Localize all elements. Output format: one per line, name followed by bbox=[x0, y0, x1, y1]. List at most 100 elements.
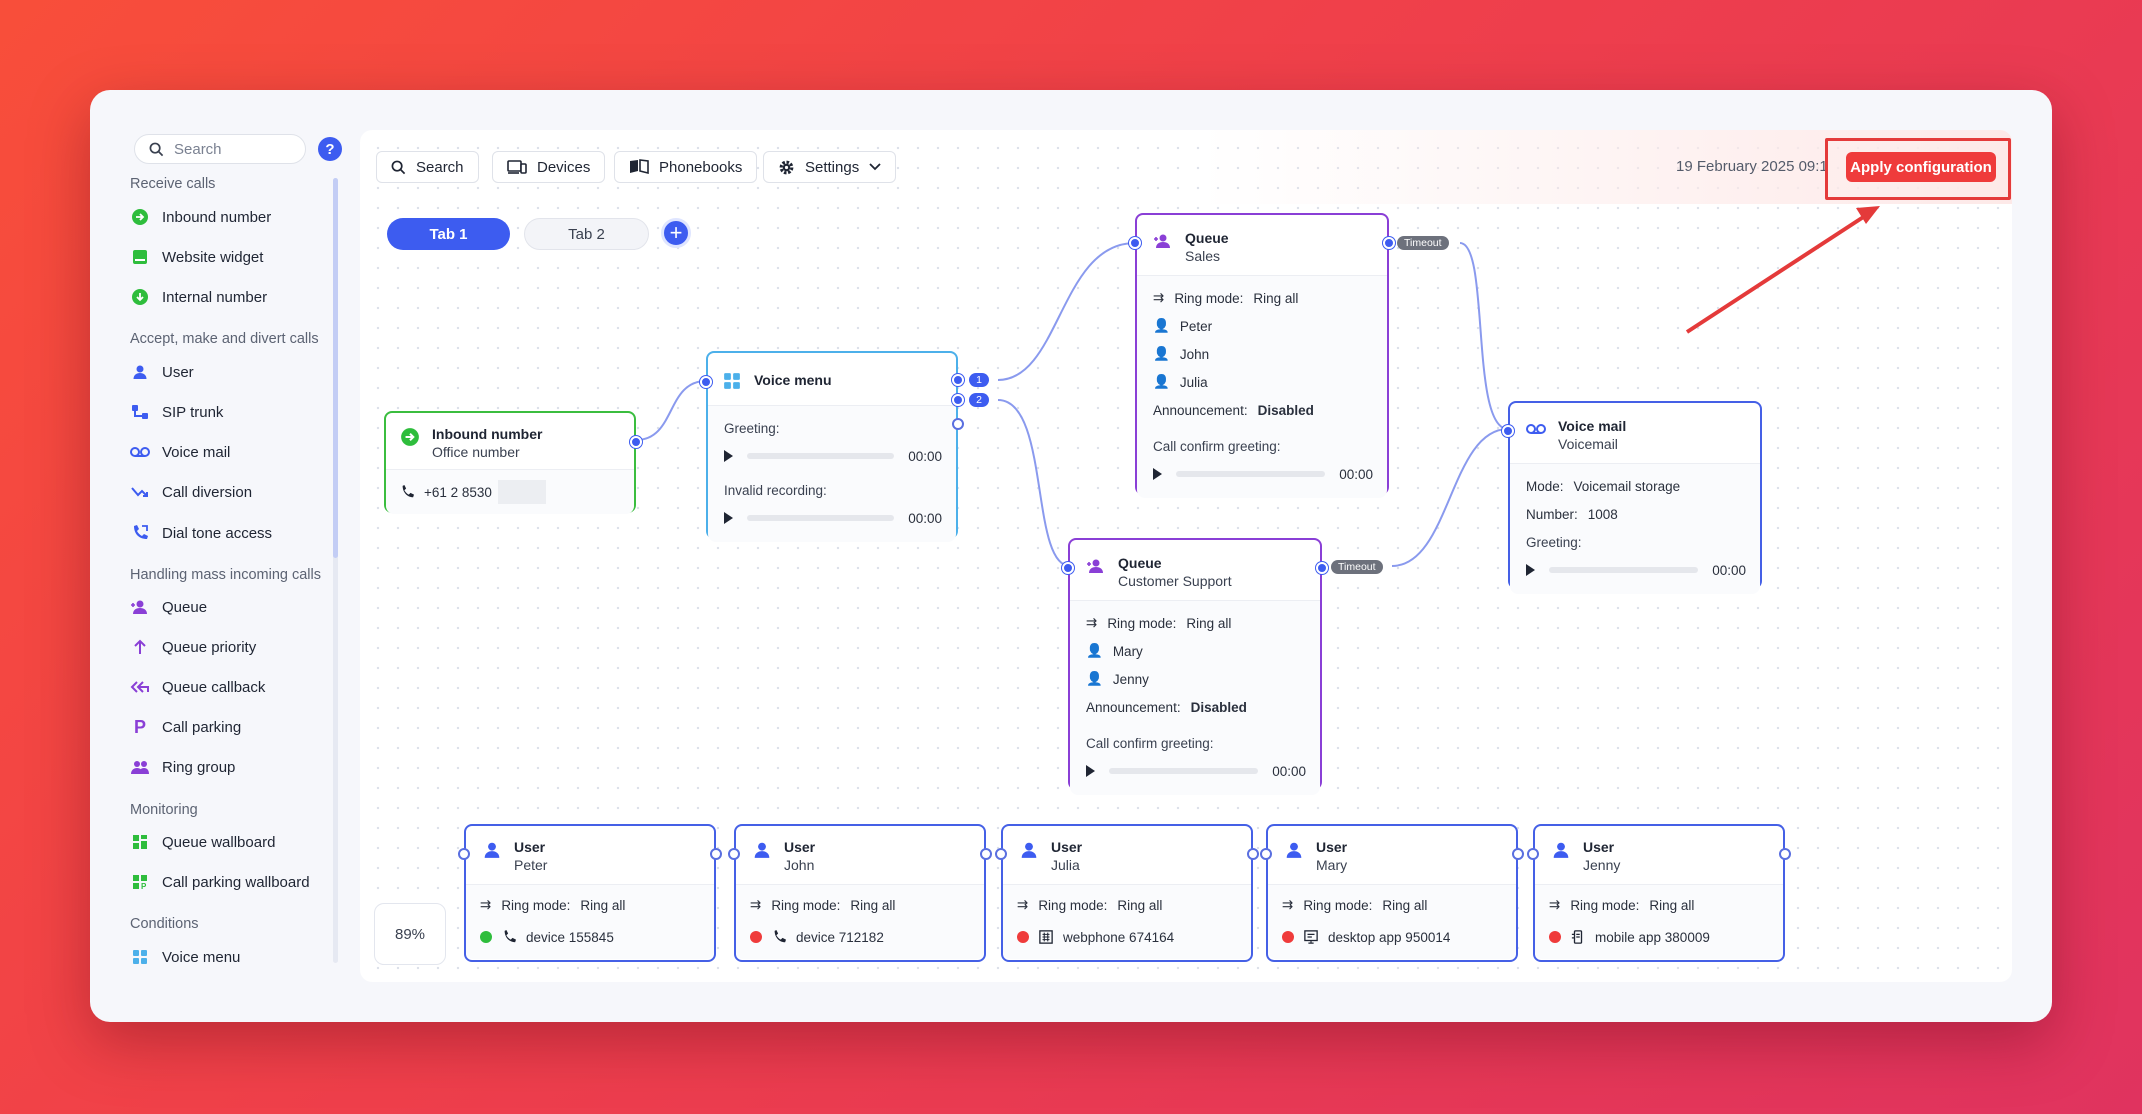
support-confirm-player[interactable]: 00:00 bbox=[1086, 757, 1306, 785]
ring-mode-icon: ⇉ bbox=[1282, 897, 1294, 912]
sidebar-item-queue[interactable]: Queue bbox=[130, 597, 207, 617]
voice-menu-port-2[interactable] bbox=[952, 394, 964, 406]
sales-timeout-badge: Timeout bbox=[1397, 236, 1449, 250]
user-input-port[interactable] bbox=[995, 848, 1007, 860]
node-voice-menu[interactable]: Voice menu Greeting: 00:00 Invalid recor… bbox=[700, 351, 964, 542]
voice-menu-port-empty[interactable] bbox=[952, 418, 964, 430]
support-input-port[interactable] bbox=[1062, 562, 1074, 574]
inbound-phone-number: +61 2 8530 bbox=[424, 484, 492, 500]
sidebar-item-voice-menu[interactable]: Voice menu bbox=[130, 947, 240, 967]
config-date: 19 February 2025 09:13 bbox=[1676, 158, 1826, 175]
ring-mode-icon: ⇉ bbox=[1549, 897, 1561, 912]
sidebar-item-queue-priority[interactable]: Queue priority bbox=[130, 637, 256, 657]
zoom-level[interactable]: 89% bbox=[374, 903, 446, 965]
sidebar-scrollbar[interactable] bbox=[333, 178, 338, 558]
ring-mode-icon: ⇉ bbox=[1017, 897, 1029, 912]
sidebar-item-ring-group[interactable]: Ring group bbox=[130, 757, 235, 777]
user-icon: 👤 bbox=[1153, 346, 1170, 361]
node-user-0[interactable]: User Peter ⇉ Ring mode: Ring all device 15584… bbox=[458, 824, 722, 962]
node-user-4[interactable]: User Jenny ⇉ Ring mode: Ring all mobile app 3… bbox=[1527, 824, 1791, 962]
user-output-port[interactable] bbox=[710, 848, 722, 860]
sales-timeout-port[interactable] bbox=[1383, 237, 1395, 249]
sidebar-item-queue-wallboard[interactable]: Queue wallboard bbox=[130, 832, 275, 852]
user-input-port[interactable] bbox=[728, 848, 740, 860]
sidebar-item-internal-number[interactable]: Internal number bbox=[130, 287, 267, 307]
node-user-2[interactable]: User Julia ⇉ Ring mode: Ring all webphone 674… bbox=[995, 824, 1259, 962]
toolbar-devices-button[interactable]: Devices bbox=[492, 151, 606, 183]
tab-2[interactable]: Tab 2 bbox=[524, 218, 649, 250]
add-tab-button[interactable]: + bbox=[661, 218, 691, 248]
user-icon bbox=[130, 362, 150, 382]
arrow-up-icon bbox=[130, 637, 150, 657]
sidebar-item-voice-mail[interactable]: Voice mail bbox=[130, 442, 230, 462]
user-input-port[interactable] bbox=[1527, 848, 1539, 860]
section-mass-calls: Handling mass incoming calls bbox=[130, 567, 321, 583]
voice-menu-port-1[interactable] bbox=[952, 374, 964, 386]
user-output-port[interactable] bbox=[980, 848, 992, 860]
status-dot bbox=[1549, 931, 1561, 943]
voicemail-greeting-player[interactable]: 00:00 bbox=[1526, 556, 1746, 584]
help-button[interactable]: ? bbox=[318, 137, 342, 161]
phone-icon bbox=[772, 930, 786, 944]
ring-mode-icon: ⇉ bbox=[480, 897, 492, 912]
sidebar-item-dial-tone-access[interactable]: Dial tone access bbox=[130, 523, 272, 543]
group-icon bbox=[130, 757, 150, 777]
user-output-port[interactable] bbox=[1247, 848, 1259, 860]
widget-icon bbox=[130, 247, 150, 267]
toolbar-settings-dropdown[interactable]: Settings bbox=[763, 151, 897, 183]
voice-menu-input-port[interactable] bbox=[700, 376, 712, 388]
user-icon bbox=[1019, 840, 1039, 860]
queue-icon bbox=[1086, 556, 1106, 576]
user-input-port[interactable] bbox=[458, 848, 470, 860]
user-icon bbox=[482, 840, 502, 860]
greeting-player[interactable]: 00:00 bbox=[724, 442, 942, 470]
invalid-recording-player[interactable]: 00:00 bbox=[724, 504, 942, 532]
play-icon bbox=[724, 450, 733, 462]
sidebar-item-user[interactable]: User bbox=[130, 362, 194, 382]
user-output-port[interactable] bbox=[1512, 848, 1524, 860]
parking-wallboard-icon: P bbox=[130, 872, 150, 892]
play-icon bbox=[1086, 765, 1095, 777]
play-icon bbox=[1526, 564, 1535, 576]
sidebar-item-sip-trunk[interactable]: SIP trunk bbox=[130, 402, 223, 422]
node-voicemail[interactable]: Voice mail Voicemail Mode: Voicemail stora… bbox=[1502, 401, 1762, 594]
inbound-output-port[interactable] bbox=[630, 436, 642, 448]
user-input-port[interactable] bbox=[1260, 848, 1272, 860]
tab-1[interactable]: Tab 1 bbox=[387, 218, 510, 250]
toolbar-phonebooks-button[interactable]: Phonebooks bbox=[614, 151, 758, 183]
sidebar-item-call-parking[interactable]: P Call parking bbox=[130, 717, 241, 737]
sidebar-search-input[interactable]: Search bbox=[134, 134, 306, 164]
node-queue-sales[interactable]: Queue Sales ⇉ Ring mode: Ring all 👤 Peter 👤 J… bbox=[1129, 213, 1395, 498]
port-1-badge: 1 bbox=[969, 373, 989, 387]
sidebar-item-call-parking-wallboard[interactable]: P Call parking wallboard bbox=[130, 872, 310, 892]
node-user-3[interactable]: User Mary ⇉ Ring mode: Ring all desktop app 9… bbox=[1260, 824, 1524, 962]
ring-mode-icon: ⇉ bbox=[750, 897, 762, 912]
node-user-1[interactable]: User John ⇉ Ring mode: Ring all device 712182 bbox=[728, 824, 992, 962]
sidebar-item-call-diversion[interactable]: Call diversion bbox=[130, 482, 252, 502]
user-output-port[interactable] bbox=[1779, 848, 1791, 860]
node-queue-support[interactable]: Queue Customer Support ⇉ Ring mode: Ring al… bbox=[1062, 538, 1328, 795]
search-icon bbox=[391, 160, 406, 174]
section-receive-calls: Receive calls bbox=[130, 176, 216, 192]
voicemail-input-port[interactable] bbox=[1502, 425, 1514, 437]
ring-mode-icon: ⇉ bbox=[1153, 290, 1165, 305]
sidebar-item-website-widget[interactable]: Website widget bbox=[130, 247, 263, 267]
sidebar-item-inbound-number[interactable]: Inbound number bbox=[130, 207, 271, 227]
voicemail-icon bbox=[130, 442, 150, 462]
voice-menu-icon bbox=[722, 371, 742, 391]
sales-input-port[interactable] bbox=[1129, 237, 1141, 249]
sales-confirm-player[interactable]: 00:00 bbox=[1153, 460, 1373, 488]
section-accept-calls: Accept, make and divert calls bbox=[130, 331, 319, 347]
support-timeout-port[interactable] bbox=[1316, 562, 1328, 574]
call-diversion-icon bbox=[130, 482, 150, 502]
queue-icon bbox=[130, 597, 150, 617]
voice-menu-icon bbox=[130, 947, 150, 967]
port-2-badge: 2 bbox=[969, 393, 989, 407]
search-placeholder: Search bbox=[174, 140, 222, 158]
toolbar-search-button[interactable]: Search bbox=[376, 151, 479, 183]
voicemail-icon bbox=[1526, 419, 1546, 439]
sidebar-item-queue-callback[interactable]: Queue callback bbox=[130, 677, 265, 697]
node-inbound-number[interactable]: Inbound number Office number +61 2 8530 bbox=[384, 411, 642, 514]
phone-icon bbox=[502, 930, 516, 944]
callback-icon bbox=[130, 677, 150, 697]
